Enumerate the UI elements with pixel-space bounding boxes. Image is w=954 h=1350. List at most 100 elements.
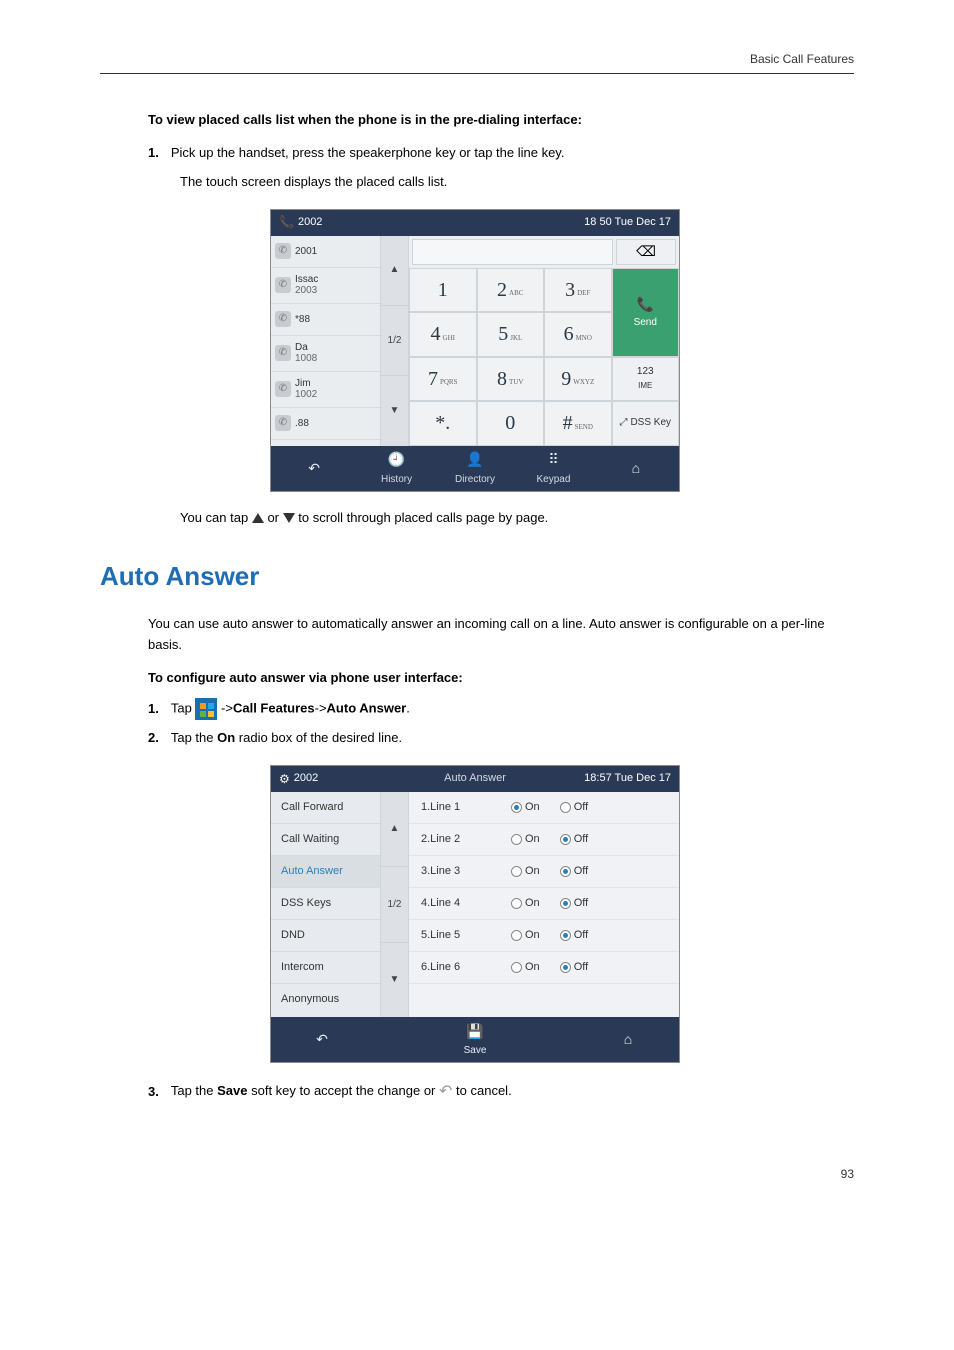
- keypad: 1 2ABC 3DEF 4GHI 5JKL 6MNO 7PQRS 8TUV 9W…: [409, 268, 612, 446]
- dialer-statusbar: 📞 2002 18 50 Tue Dec 17: [271, 210, 679, 236]
- pager: ▲ 1/2 ▼: [381, 792, 409, 1017]
- directory-tab[interactable]: 👤 Directory: [436, 446, 514, 491]
- back-button[interactable]: ↶: [271, 446, 357, 491]
- home-button[interactable]: ⌂: [593, 446, 679, 491]
- menu-item-auto-answer[interactable]: Auto Answer: [271, 856, 380, 888]
- dialer-screenshot: 📞 2002 18 50 Tue Dec 17 ✆ 2001 ✆ Issac 2…: [270, 209, 680, 492]
- back-button[interactable]: ↶: [271, 1017, 373, 1062]
- key-3[interactable]: 3DEF: [544, 268, 612, 313]
- back-icon: ↶: [316, 1028, 328, 1050]
- off-radio[interactable]: Off: [560, 927, 588, 945]
- directory-label: Directory: [455, 472, 495, 488]
- key-pound[interactable]: #SEND: [544, 401, 612, 446]
- ime-button[interactable]: 123 IME: [612, 357, 680, 402]
- history-tab[interactable]: 🕘 History: [357, 446, 435, 491]
- statusbar-account: 2002: [294, 770, 318, 788]
- line-label: 3.Line 3: [421, 863, 491, 881]
- key-7[interactable]: 7PQRS: [409, 357, 477, 402]
- off-radio[interactable]: Off: [560, 863, 588, 881]
- menu-item-call-forward[interactable]: Call Forward: [271, 792, 380, 824]
- step1-text: Tap ->Call Features->Auto Answer.: [171, 698, 410, 720]
- dss-key-button[interactable]: ⤢ DSS Key: [612, 401, 680, 446]
- off-radio[interactable]: Off: [560, 799, 588, 817]
- line-row: 3.Line 3 On Off: [409, 856, 679, 888]
- line-label: 1.Line 1: [421, 799, 491, 817]
- section1-heading: To view placed calls list when the phone…: [148, 110, 854, 131]
- dss-label: DSS Key: [630, 415, 671, 431]
- settings-menu: Call Forward Call Waiting Auto Answer DS…: [271, 792, 381, 1017]
- page-down-button[interactable]: ▼: [381, 943, 408, 1017]
- save-button[interactable]: 💾 Save: [373, 1017, 577, 1062]
- off-radio[interactable]: Off: [560, 831, 588, 849]
- backspace-button[interactable]: ⌫: [616, 239, 676, 265]
- step2-text: Tap the On radio box of the desired line…: [171, 728, 402, 749]
- on-radio[interactable]: On: [511, 799, 540, 817]
- list-item[interactable]: ✆ Jim 1002: [271, 372, 380, 408]
- page-up-button[interactable]: ▲: [381, 792, 408, 867]
- ime-label: 123: [637, 364, 654, 380]
- down-arrow-icon: [283, 513, 295, 523]
- menu-item-intercom[interactable]: Intercom: [271, 952, 380, 984]
- call-line: .88: [295, 418, 309, 429]
- page-number: 93: [100, 1165, 854, 1184]
- auto-answer-screenshot: ⚙ 2002 Auto Answer 18:57 Tue Dec 17 Call…: [270, 765, 680, 1063]
- key-2[interactable]: 2ABC: [477, 268, 545, 313]
- call-icon: ✆: [275, 345, 291, 361]
- on-radio[interactable]: On: [511, 959, 540, 977]
- section2-heading: To configure auto answer via phone user …: [148, 668, 854, 689]
- page-up-button[interactable]: ▲: [381, 236, 408, 306]
- page-indicator: 1/2: [381, 867, 408, 942]
- call-icon: ✆: [275, 277, 291, 293]
- list-item[interactable]: ✆ Issac 2003: [271, 268, 380, 304]
- on-radio[interactable]: On: [511, 927, 540, 945]
- on-radio[interactable]: On: [511, 831, 540, 849]
- step-number: 2.: [148, 728, 159, 749]
- off-radio[interactable]: Off: [560, 959, 588, 977]
- step3-text: Tap the Save soft key to accept the chan…: [171, 1079, 512, 1105]
- header-right: Basic Call Features: [750, 52, 854, 66]
- page-down-button[interactable]: ▼: [381, 376, 408, 445]
- key-9[interactable]: 9WXYZ: [544, 357, 612, 402]
- list-item[interactable]: ✆ 2001: [271, 236, 380, 268]
- list-item[interactable]: ✆ *88: [271, 304, 380, 336]
- step-number: 1.: [148, 143, 159, 164]
- number-input[interactable]: [412, 239, 613, 265]
- send-button[interactable]: 📞 Send: [612, 268, 680, 357]
- call-line: 2001: [295, 246, 317, 257]
- step-number: 3.: [148, 1082, 159, 1103]
- line-row: 5.Line 5 On Off: [409, 920, 679, 952]
- call-line: 1008: [295, 353, 317, 364]
- key-8[interactable]: 8TUV: [477, 357, 545, 402]
- section2-intro: You can use auto answer to automatically…: [148, 614, 854, 656]
- screen-title: Auto Answer: [444, 770, 506, 788]
- list-item[interactable]: ✆ .88: [271, 408, 380, 440]
- keypad-tab[interactable]: ⠿ Keypad: [514, 446, 592, 491]
- key-1[interactable]: 1: [409, 268, 477, 313]
- history-icon: 🕘: [388, 448, 405, 470]
- menu-item-anonymous[interactable]: Anonymous: [271, 984, 380, 1016]
- call-icon: ✆: [275, 415, 291, 431]
- call-icon: ✆: [275, 381, 291, 397]
- on-radio[interactable]: On: [511, 863, 540, 881]
- call-icon: 📞: [637, 293, 654, 315]
- key-0[interactable]: 0: [477, 401, 545, 446]
- section-title: Auto Answer: [100, 556, 854, 598]
- on-radio[interactable]: On: [511, 895, 540, 913]
- save-label: Save: [464, 1043, 487, 1059]
- key-4[interactable]: 4GHI: [409, 312, 477, 357]
- call-icon: ✆: [275, 311, 291, 327]
- line-row: 2.Line 2 On Off: [409, 824, 679, 856]
- menu-item-call-waiting[interactable]: Call Waiting: [271, 824, 380, 856]
- home-button[interactable]: ⌂: [577, 1017, 679, 1062]
- menu-item-dss-keys[interactable]: DSS Keys: [271, 888, 380, 920]
- key-6[interactable]: 6MNO: [544, 312, 612, 357]
- list-item[interactable]: ✆ Da 1008: [271, 336, 380, 372]
- menu-item-dnd[interactable]: DND: [271, 920, 380, 952]
- key-5[interactable]: 5JKL: [477, 312, 545, 357]
- key-star[interactable]: *.: [409, 401, 477, 446]
- directory-icon: 👤: [466, 448, 483, 470]
- keypad-label: Keypad: [537, 472, 571, 488]
- apps-icon: [195, 698, 217, 720]
- call-line: *88: [295, 314, 310, 325]
- off-radio[interactable]: Off: [560, 895, 588, 913]
